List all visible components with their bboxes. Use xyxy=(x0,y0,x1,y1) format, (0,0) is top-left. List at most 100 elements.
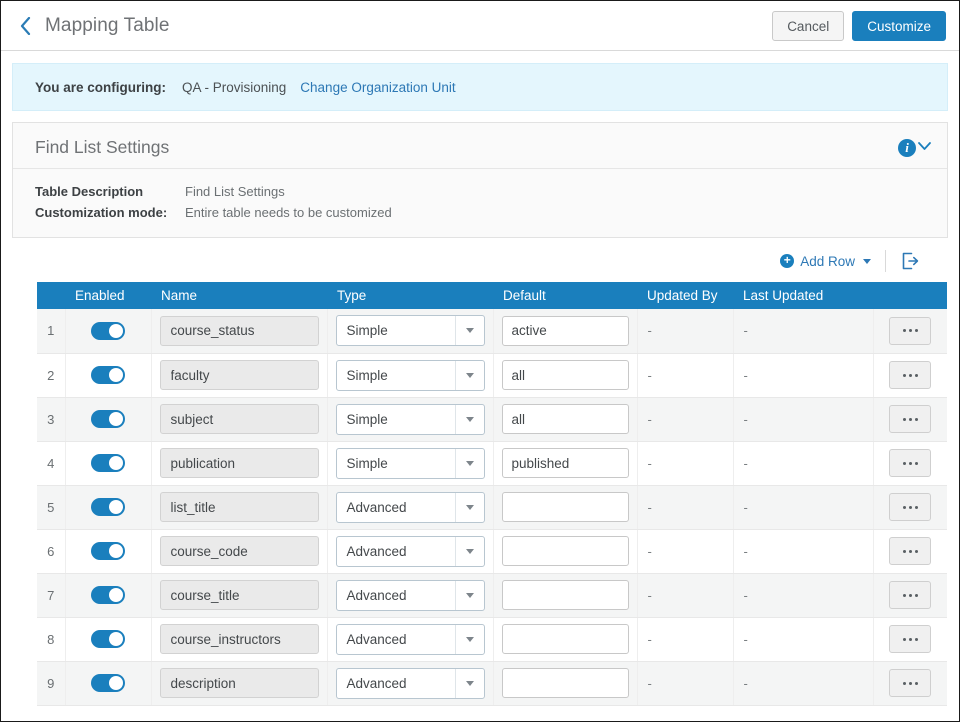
add-row-button[interactable]: + Add Row xyxy=(780,254,885,269)
enabled-cell xyxy=(65,441,151,485)
type-cell: Advanced xyxy=(327,529,493,573)
default-input[interactable] xyxy=(502,536,629,566)
dot xyxy=(903,638,906,641)
name-input[interactable] xyxy=(160,536,319,566)
dot xyxy=(903,329,906,332)
row-menu-ellipsis-icon[interactable] xyxy=(889,493,931,521)
row-menu-ellipsis-icon[interactable] xyxy=(889,625,931,653)
default-input[interactable] xyxy=(502,624,629,654)
type-cell: Advanced xyxy=(327,661,493,705)
customize-button[interactable]: Customize xyxy=(852,11,946,41)
dot xyxy=(909,462,912,465)
name-input[interactable] xyxy=(160,404,319,434)
type-select[interactable]: Advanced xyxy=(336,668,485,699)
info-icon[interactable]: i xyxy=(898,139,916,157)
dot xyxy=(915,329,918,332)
dot xyxy=(903,550,906,553)
row-menu-ellipsis-icon[interactable] xyxy=(889,317,931,345)
dot xyxy=(903,374,906,377)
dot xyxy=(903,418,906,421)
find-list-settings-panel: Find List Settings i Table Description F… xyxy=(12,122,948,238)
name-input[interactable] xyxy=(160,316,319,346)
enabled-toggle[interactable] xyxy=(91,322,125,340)
row-menu-ellipsis-icon[interactable] xyxy=(889,405,931,433)
row-menu-ellipsis-icon[interactable] xyxy=(889,361,931,389)
type-select[interactable]: Simple xyxy=(336,315,485,346)
back-chevron-left-icon[interactable] xyxy=(15,15,35,37)
type-select-value: Advanced xyxy=(337,500,455,515)
chevron-down-icon[interactable] xyxy=(918,142,931,154)
row-menu-ellipsis-icon[interactable] xyxy=(889,537,931,565)
enabled-toggle[interactable] xyxy=(91,454,125,472)
default-input[interactable] xyxy=(502,448,629,478)
type-select[interactable]: Advanced xyxy=(336,624,485,655)
name-cell xyxy=(151,573,327,617)
updated-by-value: - xyxy=(637,397,733,441)
column-header-number xyxy=(37,282,65,309)
enabled-toggle[interactable] xyxy=(91,498,125,516)
updated-by-value: - xyxy=(637,441,733,485)
name-input[interactable] xyxy=(160,492,319,522)
enabled-cell xyxy=(65,353,151,397)
caret-down-icon xyxy=(456,505,484,510)
name-input[interactable] xyxy=(160,580,319,610)
default-input[interactable] xyxy=(502,316,629,346)
plus-circle-icon: + xyxy=(780,254,794,268)
name-input[interactable] xyxy=(160,360,319,390)
type-select[interactable]: Simple xyxy=(336,404,485,435)
type-select[interactable]: Advanced xyxy=(336,536,485,567)
default-input[interactable] xyxy=(502,580,629,610)
row-number: 4 xyxy=(37,441,65,485)
default-input[interactable] xyxy=(502,668,629,698)
enabled-toggle[interactable] xyxy=(91,674,125,692)
organization-unit-value: QA - Provisioning xyxy=(182,80,286,95)
type-select-value: Advanced xyxy=(337,544,455,559)
type-select[interactable]: Simple xyxy=(336,360,485,391)
default-cell xyxy=(493,661,637,705)
customization-mode-value: Entire table needs to be customized xyxy=(185,202,392,223)
toggle-knob xyxy=(109,500,123,514)
export-button[interactable] xyxy=(886,252,931,270)
panel-title: Find List Settings xyxy=(35,137,169,158)
toggle-knob xyxy=(109,456,123,470)
row-menu-ellipsis-icon[interactable] xyxy=(889,581,931,609)
dot xyxy=(915,462,918,465)
table-description-label: Table Description xyxy=(35,181,185,202)
change-organization-unit-link[interactable]: Change Organization Unit xyxy=(300,80,455,95)
dot xyxy=(909,418,912,421)
default-cell xyxy=(493,617,637,661)
type-select[interactable]: Advanced xyxy=(336,580,485,611)
default-input[interactable] xyxy=(502,360,629,390)
default-cell xyxy=(493,353,637,397)
enabled-toggle[interactable] xyxy=(91,630,125,648)
name-input[interactable] xyxy=(160,668,319,698)
enabled-toggle[interactable] xyxy=(91,586,125,604)
enabled-toggle[interactable] xyxy=(91,366,125,384)
updated-by-value: - xyxy=(637,485,733,529)
actions-cell xyxy=(873,309,947,353)
default-input[interactable] xyxy=(502,404,629,434)
row-menu-ellipsis-icon[interactable] xyxy=(889,449,931,477)
panel-body: Table Description Find List Settings Cus… xyxy=(13,169,947,237)
table-toolbar: + Add Row xyxy=(1,238,959,282)
type-select[interactable]: Simple xyxy=(336,448,485,479)
enabled-cell xyxy=(65,485,151,529)
type-cell: Advanced xyxy=(327,573,493,617)
toggle-knob xyxy=(109,676,123,690)
name-cell xyxy=(151,353,327,397)
type-select-value: Advanced xyxy=(337,632,455,647)
row-number: 8 xyxy=(37,617,65,661)
cancel-button[interactable]: Cancel xyxy=(772,11,844,41)
page-title: Mapping Table xyxy=(45,15,170,37)
column-header-last-updated: Last Updated xyxy=(733,282,873,309)
type-select-value: Simple xyxy=(337,412,455,427)
actions-cell xyxy=(873,397,947,441)
caret-down-icon xyxy=(456,417,484,422)
enabled-toggle[interactable] xyxy=(91,410,125,428)
default-input[interactable] xyxy=(502,492,629,522)
row-menu-ellipsis-icon[interactable] xyxy=(889,669,931,697)
name-input[interactable] xyxy=(160,624,319,654)
enabled-toggle[interactable] xyxy=(91,542,125,560)
name-input[interactable] xyxy=(160,448,319,478)
type-select[interactable]: Advanced xyxy=(336,492,485,523)
